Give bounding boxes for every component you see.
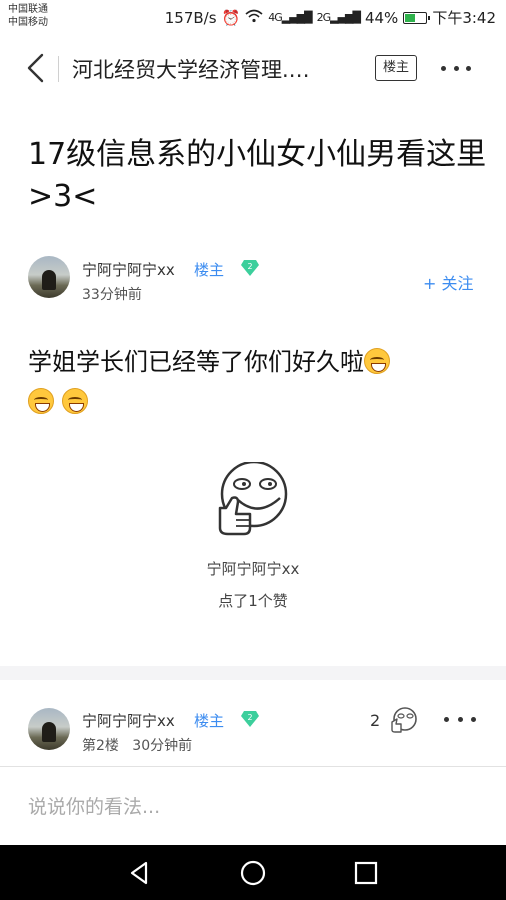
status-bar: 中国联通 中国移动 157B/s ⏰ 4G▂▄▆█ 2G▂▄▆█ 44% 下午3… — [0, 0, 506, 34]
carrier-info: 中国联通 中国移动 — [8, 3, 48, 29]
alarm-icon: ⏰ — [221, 8, 241, 27]
reply-like-icon[interactable] — [386, 706, 418, 734]
clock: 下午3:42 — [432, 9, 496, 27]
carrier-2: 中国移动 — [8, 17, 48, 28]
battery-percent: 44% — [364, 8, 399, 27]
grinning-emoji-icon — [364, 348, 390, 374]
reply-more-icon[interactable] — [444, 711, 476, 727]
reply-avatar[interactable] — [28, 708, 70, 750]
back-triangle-icon[interactable] — [126, 859, 154, 887]
op-badge: 楼主 — [194, 261, 225, 279]
avatar[interactable] — [28, 256, 70, 298]
reply-time: 30分钟前 — [132, 738, 193, 754]
follow-button[interactable]: + 关注 — [423, 270, 474, 294]
battery-fill — [405, 13, 415, 22]
reply-meta: 第2楼 30分钟前 — [82, 735, 192, 755]
reply-level-badge-icon: 2 — [240, 710, 260, 728]
reply-op-badge: 楼主 — [194, 712, 225, 730]
grinning-emoji-icon — [28, 388, 54, 414]
post-title: 17级信息系的小仙女小仙男看这里>3< — [28, 137, 487, 214]
nav-divider — [58, 56, 59, 82]
back-icon[interactable] — [24, 52, 48, 84]
home-circle-icon[interactable] — [239, 859, 267, 887]
like-face-icon[interactable] — [214, 460, 290, 538]
recents-square-icon[interactable] — [352, 859, 380, 887]
only-op-button[interactable]: 楼主 — [375, 55, 417, 81]
section-divider — [0, 666, 506, 680]
post-time: 33分钟前 — [82, 287, 142, 303]
signal-2-label: 2G — [316, 11, 331, 24]
reply-level-number: 2 — [247, 713, 252, 722]
grinning-emoji-icon — [62, 388, 88, 414]
carrier-1: 中国联通 — [8, 4, 48, 15]
top-nav: 河北经贸大学经济管理.… 楼主 — [0, 40, 506, 96]
signal-2-icon: 2G▂▄▆█ — [316, 11, 361, 24]
system-nav-bar — [0, 845, 506, 900]
comment-input[interactable] — [28, 790, 478, 824]
more-options-icon[interactable] — [438, 58, 474, 78]
signal-1-icon: 4G▂▄▆█ — [268, 11, 312, 24]
forum-title[interactable]: 河北经贸大学经济管理.… — [72, 54, 310, 84]
input-divider — [0, 766, 506, 767]
like-user-name[interactable]: 宁阿宁阿宁xx — [0, 558, 506, 579]
post-body-text: 学姐学长们已经等了你们好久啦 — [28, 348, 364, 376]
net-speed: 157B/s — [164, 8, 217, 27]
author-name[interactable]: 宁阿宁阿宁xx — [82, 259, 175, 280]
reply-floor: 第2楼 — [82, 738, 119, 754]
level-number: 2 — [247, 262, 252, 271]
signal-1-label: 4G — [268, 11, 282, 24]
wifi-icon — [245, 9, 263, 27]
reply-author-name[interactable]: 宁阿宁阿宁xx — [82, 710, 175, 731]
battery-icon — [403, 11, 431, 24]
level-badge-icon: 2 — [240, 259, 260, 277]
post-body: 学姐学长们已经等了你们好久啦 — [28, 342, 488, 422]
like-summary: 点了1个赞 — [218, 592, 288, 610]
reply-like-count: 2 — [370, 711, 381, 730]
status-indicators: 157B/s ⏰ 4G▂▄▆█ 2G▂▄▆█ 44% 下午3:42 — [165, 7, 496, 28]
